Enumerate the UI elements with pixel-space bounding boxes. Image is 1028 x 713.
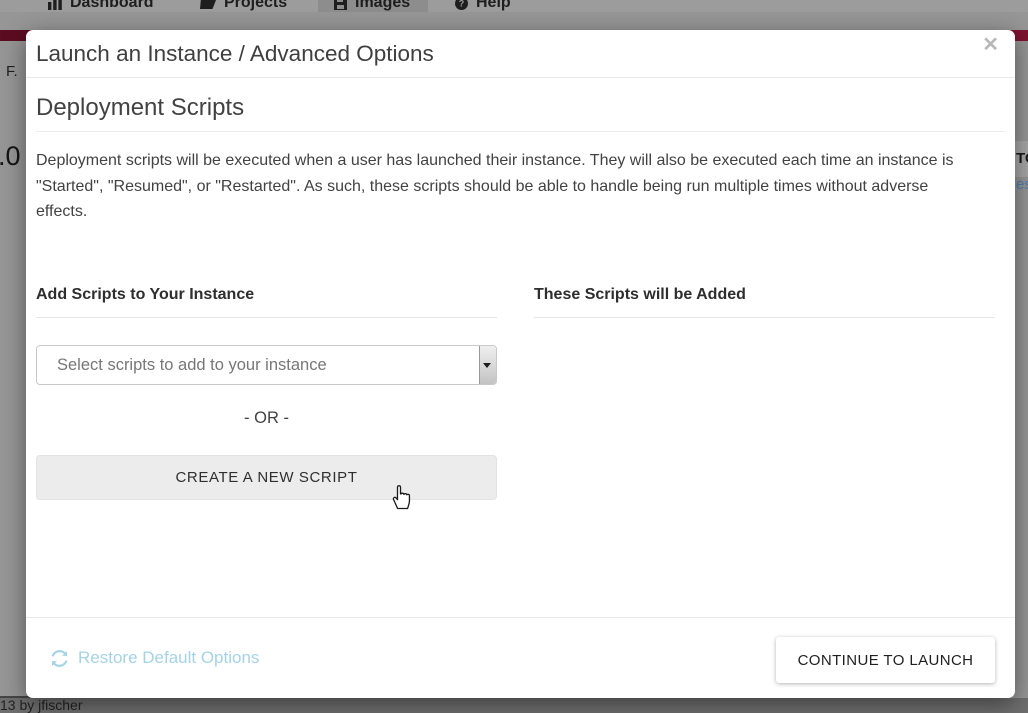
modal-header: Launch an Instance / Advanced Options ✕ bbox=[26, 30, 1015, 78]
svg-text:?: ? bbox=[459, 0, 465, 8]
background-link-fragment: es bbox=[1016, 176, 1028, 193]
nav-tab-label: Projects bbox=[224, 0, 287, 12]
modal-title: Launch an Instance / Advanced Options bbox=[36, 30, 434, 78]
advanced-options-modal: Launch an Instance / Advanced Options ✕ … bbox=[26, 30, 1015, 698]
nav-tab-help[interactable]: ? Help bbox=[455, 0, 511, 12]
restore-default-options-button[interactable]: Restore Default Options bbox=[50, 648, 259, 668]
refresh-icon bbox=[50, 649, 69, 668]
section-description: Deployment scripts will be executed when… bbox=[36, 148, 960, 225]
nav-tab-images[interactable]: Images bbox=[334, 0, 410, 12]
nav-tab-label: Help bbox=[476, 0, 511, 12]
restore-default-options-label: Restore Default Options bbox=[78, 648, 259, 668]
nav-tab-label: Images bbox=[355, 0, 410, 12]
help-circle-icon: ? bbox=[455, 0, 468, 10]
or-separator-text: - OR - bbox=[36, 409, 497, 428]
footer-divider bbox=[26, 617, 1015, 618]
add-scripts-column-header: Add Scripts to Your Instance bbox=[36, 286, 497, 318]
script-select-dropdown[interactable]: Select scripts to add to your instance bbox=[36, 345, 497, 385]
dropdown-arrow-strip bbox=[479, 346, 496, 384]
chevron-down-icon bbox=[483, 363, 491, 368]
background-nav-bar: Dashboard Projects Images ? Help bbox=[0, 0, 1028, 12]
script-select-placeholder: Select scripts to add to your instance bbox=[57, 346, 327, 384]
added-scripts-column-header: These Scripts will be Added bbox=[534, 286, 995, 318]
nav-tab-label: Dashboard bbox=[70, 0, 154, 12]
continue-to-launch-button[interactable]: CONTINUE TO LAUNCH bbox=[776, 637, 995, 683]
background-button-text-fragment: TO bbox=[1016, 150, 1028, 167]
save-icon bbox=[334, 0, 347, 10]
background-heading-fragment: .0 bbox=[0, 141, 21, 172]
create-new-script-button[interactable]: CREATE A NEW SCRIPT bbox=[36, 455, 497, 500]
section-heading: Deployment Scripts bbox=[36, 94, 1005, 132]
nav-tab-projects[interactable]: Projects bbox=[200, 0, 287, 12]
background-bottom-strip: 13 by jfischer bbox=[0, 698, 1028, 713]
nav-tab-dashboard[interactable]: Dashboard bbox=[48, 0, 154, 12]
background-author-text: 13 by jfischer bbox=[0, 697, 82, 713]
bar-chart-icon bbox=[48, 0, 62, 10]
background-text-fragment: F. bbox=[6, 63, 18, 80]
folder-icon bbox=[200, 0, 216, 9]
close-icon[interactable]: ✕ bbox=[982, 35, 999, 55]
